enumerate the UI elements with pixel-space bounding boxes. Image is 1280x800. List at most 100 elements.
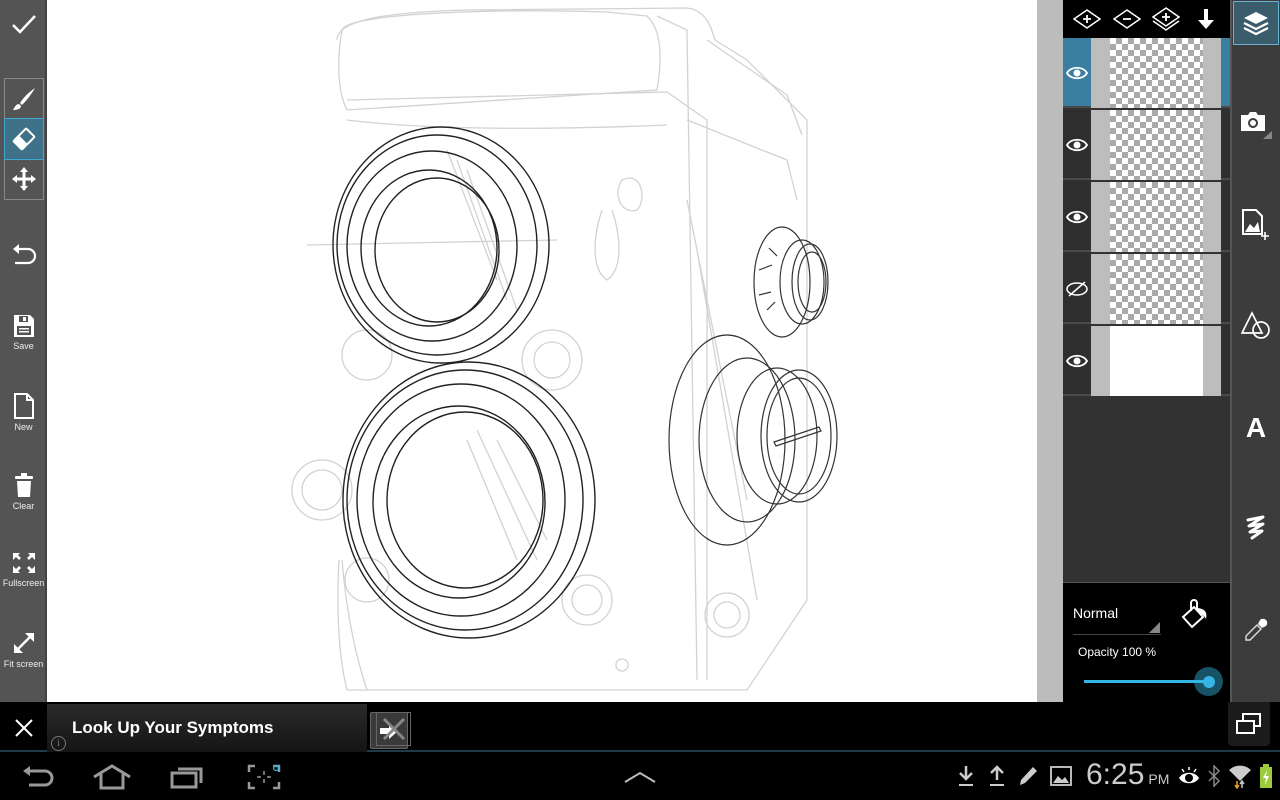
ad-close-button[interactable] (4, 706, 44, 750)
layer-item[interactable] (1063, 38, 1230, 108)
layers-panel: Normal Opacity 100 % (1063, 0, 1230, 702)
eye-icon (1066, 354, 1088, 368)
merge-down-button[interactable] (1190, 3, 1222, 35)
chevron-up-icon (624, 771, 656, 783)
eye-icon (1066, 138, 1088, 152)
duplicate-layer-icon (1152, 7, 1181, 31)
trash-icon (14, 473, 33, 497)
brush-tool[interactable] (5, 79, 43, 119)
back-icon (23, 766, 54, 787)
close-icon (382, 717, 405, 741)
import-image-button[interactable] (1232, 202, 1280, 246)
visibility-toggle[interactable] (1063, 38, 1091, 108)
layer-toolbar (1063, 0, 1230, 38)
save-label: Save (13, 341, 34, 351)
text-button[interactable]: A (1232, 406, 1280, 450)
clock: 6:25 PM (1086, 758, 1169, 792)
battery-charging-icon (1260, 764, 1272, 788)
eye-icon (1179, 767, 1199, 784)
layer-item[interactable] (1063, 110, 1230, 180)
arrow-down-icon (1198, 9, 1215, 29)
fullscreen-icon (12, 553, 35, 573)
text-icon: A (1245, 412, 1267, 443)
app-tray-button[interactable] (620, 762, 660, 792)
blend-mode-select[interactable]: Normal (1073, 605, 1118, 621)
undo-button[interactable] (0, 240, 47, 270)
move-tool[interactable] (5, 159, 43, 199)
opacity-slider[interactable] (1084, 680, 1209, 683)
nav-home-button[interactable] (92, 762, 132, 792)
eye-hidden-icon (1066, 281, 1088, 297)
done-button[interactable] (0, 8, 47, 40)
clear-button[interactable]: Clear (0, 472, 47, 511)
eraser-tool[interactable] (4, 118, 44, 160)
fullscreen-button[interactable]: Fullscreen (0, 551, 47, 588)
fullscreen-label: Fullscreen (2, 578, 45, 588)
new-label: New (14, 422, 33, 432)
eyedropper-button[interactable] (1232, 608, 1280, 652)
eraser-icon (12, 127, 36, 151)
ad-info-icon[interactable]: i (51, 736, 66, 751)
bluetooth-status (1202, 764, 1226, 788)
nav-screenshot-button[interactable] (244, 762, 284, 792)
close-icon (15, 719, 33, 737)
check-icon (11, 15, 36, 34)
smudge-button[interactable] (1232, 506, 1280, 550)
eyedropper-icon (1245, 618, 1268, 641)
layer-item[interactable] (1063, 326, 1230, 396)
fit-screen-button[interactable]: Fit screen (0, 630, 47, 669)
layer-item[interactable] (1063, 182, 1230, 252)
multi-window-icon (1236, 713, 1261, 734)
eye-icon (1066, 66, 1088, 80)
fill-layer-button[interactable] (1179, 599, 1213, 633)
visibility-toggle[interactable] (1063, 110, 1091, 180)
fit-screen-icon (13, 633, 34, 653)
remove-layer-button[interactable] (1111, 3, 1143, 35)
battery-status (1254, 764, 1278, 788)
recent-apps-icon (170, 767, 203, 789)
drawing-canvas[interactable] (47, 0, 1037, 702)
eye-icon (1066, 210, 1088, 224)
camera-button[interactable] (1232, 102, 1280, 146)
dropdown-caret-icon (1149, 622, 1160, 633)
nav-recent-apps-button[interactable] (167, 762, 207, 792)
shapes-button[interactable] (1232, 304, 1280, 348)
gallery-status (1049, 764, 1073, 788)
right-toolbar: A (1230, 0, 1280, 702)
image-icon (1050, 766, 1072, 786)
ad-banner: Look Up Your Symptoms i (0, 702, 1280, 752)
ad-dismiss-button[interactable] (376, 712, 411, 746)
new-button[interactable]: New (0, 393, 47, 432)
layer-properties: Normal Opacity 100 % (1063, 582, 1230, 702)
ad-content[interactable]: Look Up Your Symptoms i (47, 704, 408, 752)
canvas-scrollbar[interactable] (1037, 0, 1063, 702)
undo-icon (12, 244, 36, 265)
system-bar: 6:25 PM (0, 752, 1280, 800)
clock-ampm: PM (1148, 771, 1170, 787)
tool-group (4, 78, 44, 200)
opacity-slider-thumb[interactable] (1194, 667, 1223, 696)
visibility-toggle[interactable] (1063, 254, 1091, 324)
add-image-icon (1242, 209, 1269, 240)
screenshot-icon (247, 764, 281, 790)
add-layer-button[interactable] (1071, 3, 1103, 35)
layers-button[interactable] (1233, 1, 1279, 45)
upload-status (985, 764, 1009, 788)
save-button[interactable]: Save (0, 314, 47, 351)
layer-item[interactable] (1063, 254, 1230, 324)
visibility-toggle[interactable] (1063, 326, 1091, 396)
nav-back-button[interactable] (18, 762, 58, 792)
ad-title: Look Up Your Symptoms (72, 718, 274, 737)
visibility-toggle[interactable] (1063, 182, 1091, 252)
duplicate-layer-button[interactable] (1150, 3, 1182, 35)
clock-time: 6:25 (1086, 758, 1145, 791)
clear-label: Clear (12, 501, 35, 511)
camera-icon (1241, 112, 1272, 139)
fit-screen-label: Fit screen (3, 659, 44, 669)
download-icon (959, 766, 973, 786)
wifi-status (1228, 764, 1252, 789)
new-file-icon (13, 393, 34, 419)
floating-window-button[interactable] (1228, 702, 1270, 746)
home-icon (93, 764, 131, 790)
camera-sketch (291, 7, 838, 691)
